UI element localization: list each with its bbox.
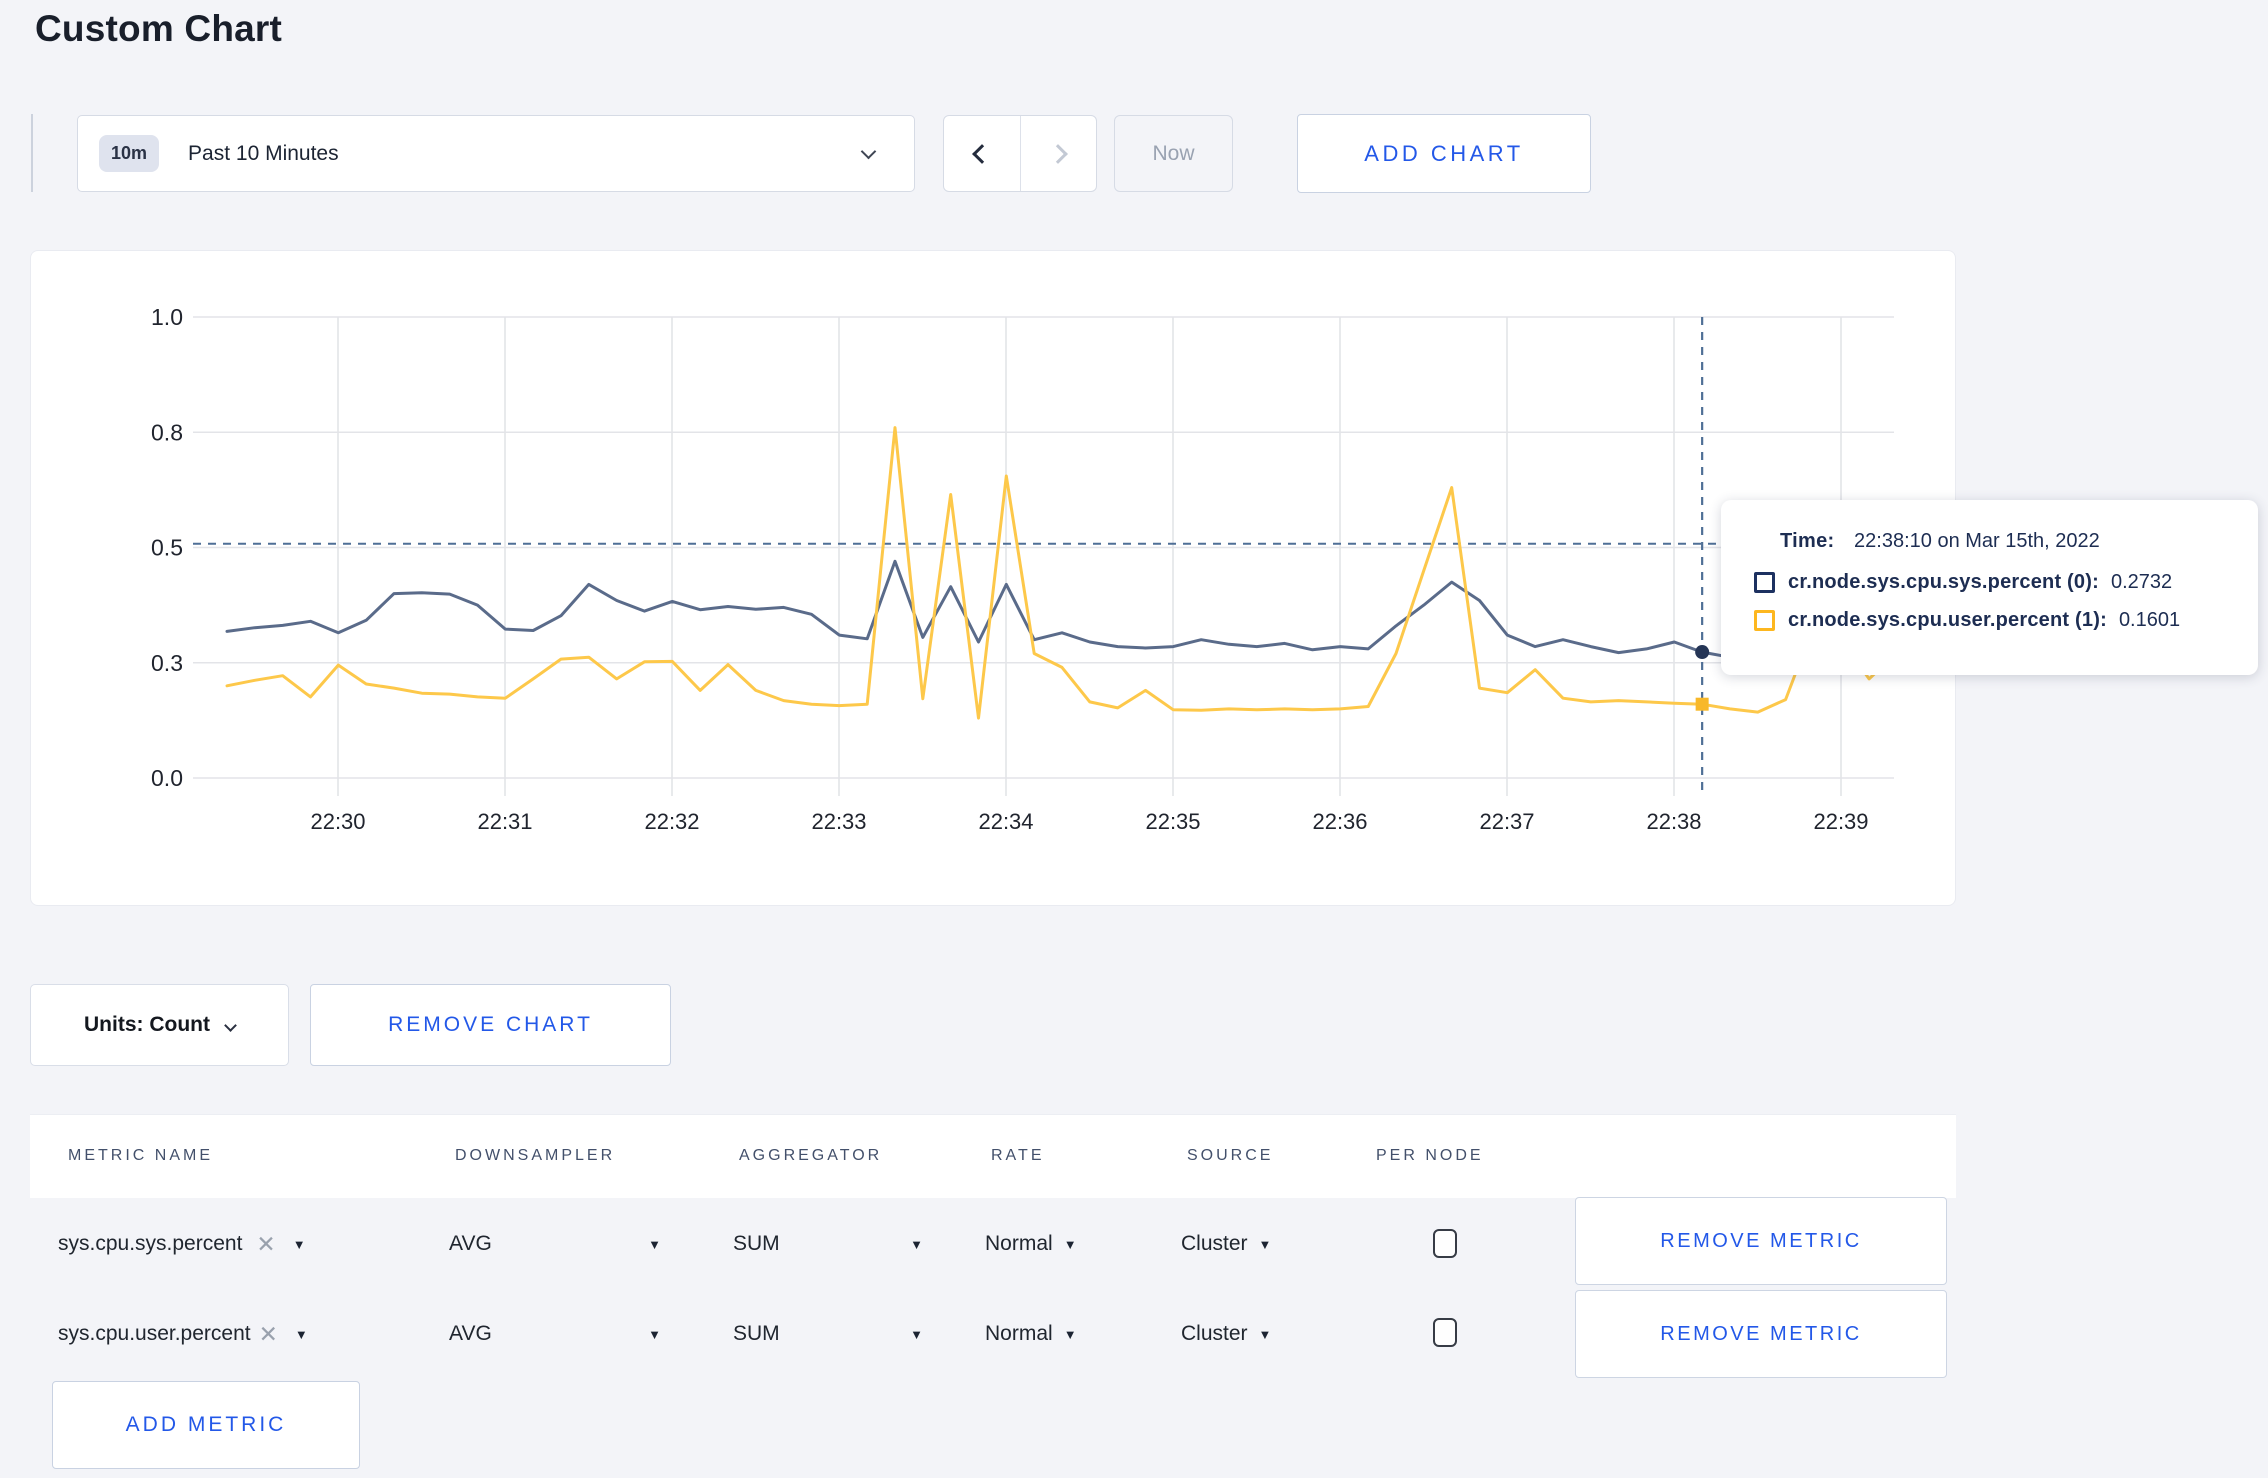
downsampler-select[interactable]: AVG ▼ — [449, 1198, 661, 1290]
caret-down-icon: ▼ — [648, 1326, 661, 1342]
remove-chart-button[interactable]: REMOVE CHART — [310, 984, 671, 1066]
caret-down-icon[interactable]: ▼ — [295, 1328, 308, 1341]
svg-text:0.5: 0.5 — [151, 535, 183, 561]
add-metric-button[interactable]: ADD METRIC — [52, 1381, 360, 1469]
tooltip-series-row: cr.node.sys.cpu.sys.percent (0): 0.2732 — [1754, 571, 2258, 594]
downsampler-value: AVG — [449, 1232, 492, 1255]
remove-metric-x-icon[interactable]: ✕ — [259, 1321, 278, 1348]
user-series-legend-icon — [1754, 610, 1775, 631]
column-header-rate: RATE — [991, 1147, 1045, 1164]
metric-name-value: sys.cpu.sys.percent — [58, 1232, 243, 1255]
column-header-metric-name: METRIC NAME — [68, 1147, 213, 1164]
column-header-downsampler: DOWNSAMPLER — [455, 1147, 616, 1164]
chevron-down-icon — [224, 1018, 237, 1032]
toolbar-left-rule — [31, 114, 33, 192]
caret-down-icon: ▼ — [910, 1326, 923, 1342]
now-button[interactable]: Now — [1114, 115, 1233, 192]
caret-down-icon: ▼ — [1063, 1236, 1077, 1252]
column-header-source: SOURCE — [1187, 1147, 1274, 1164]
tooltip-series-label: cr.node.sys.cpu.sys.percent (0): — [1788, 571, 2099, 593]
column-header-aggregator: AGGREGATOR — [739, 1147, 883, 1164]
svg-text:22:37: 22:37 — [1479, 809, 1534, 834]
source-value: Cluster — [1181, 1322, 1248, 1345]
source-select[interactable]: Cluster ▼ — [1181, 1198, 1271, 1290]
remove-metric-button[interactable]: REMOVE METRIC — [1575, 1290, 1947, 1378]
units-label: Units: Count — [84, 1013, 210, 1036]
aggregator-select[interactable]: SUM ▼ — [733, 1198, 923, 1290]
rate-value: Normal — [985, 1232, 1053, 1255]
svg-text:22:35: 22:35 — [1145, 809, 1200, 834]
source-value: Cluster — [1181, 1232, 1248, 1255]
column-header-per-node: PER NODE — [1376, 1147, 1484, 1164]
downsampler-select[interactable]: AVG ▼ — [449, 1290, 661, 1378]
svg-text:22:39: 22:39 — [1813, 809, 1868, 834]
caret-down-icon: ▼ — [648, 1236, 661, 1252]
remove-metric-button[interactable]: REMOVE METRIC — [1575, 1197, 1947, 1285]
per-node-checkbox[interactable] — [1433, 1229, 1457, 1258]
time-range-select[interactable]: 10m Past 10 Minutes — [77, 115, 915, 192]
svg-text:22:32: 22:32 — [644, 809, 699, 834]
metric-table-row: sys.cpu.sys.percent ✕ ▼ AVG ▼ SUM ▼ Norm… — [30, 1197, 1956, 1290]
rate-value: Normal — [985, 1322, 1053, 1345]
aggregator-select[interactable]: SUM ▼ — [733, 1290, 923, 1378]
svg-text:0.8: 0.8 — [151, 419, 183, 445]
aggregator-value: SUM — [733, 1232, 780, 1255]
chevron-left-icon — [971, 143, 992, 164]
svg-text:1.0: 1.0 — [151, 304, 183, 330]
rate-select[interactable]: Normal ▼ — [985, 1198, 1077, 1290]
svg-text:22:33: 22:33 — [811, 809, 866, 834]
caret-down-icon: ▼ — [1063, 1326, 1077, 1342]
time-nav-group — [943, 115, 1097, 192]
add-chart-button[interactable]: ADD CHART — [1297, 114, 1591, 193]
chevron-right-icon — [1048, 143, 1069, 164]
tooltip-series-row: cr.node.sys.cpu.user.percent (1): 0.1601 — [1754, 609, 2258, 632]
metrics-table-header: METRIC NAME DOWNSAMPLER AGGREGATOR RATE … — [30, 1114, 1956, 1198]
tooltip-series-label: cr.node.sys.cpu.user.percent (1): — [1788, 609, 2107, 631]
time-range-badge: 10m — [99, 135, 160, 172]
chart-hover-tooltip: Time: 22:38:10 on Mar 15th, 2022 cr.node… — [1721, 500, 2258, 675]
svg-text:0.0: 0.0 — [151, 765, 183, 791]
metric-name-value: sys.cpu.user.percent — [58, 1322, 251, 1345]
svg-text:22:36: 22:36 — [1312, 809, 1367, 834]
svg-text:0.3: 0.3 — [151, 650, 183, 676]
metric-table-row: sys.cpu.user.percent ✕ ▼ AVG ▼ SUM ▼ Nor… — [30, 1290, 1956, 1378]
caret-down-icon: ▼ — [1258, 1326, 1272, 1342]
tooltip-series-value: 0.2732 — [2110, 571, 2173, 593]
metric-name-select[interactable]: sys.cpu.user.percent ✕ ▼ — [58, 1290, 308, 1378]
tooltip-time-row: Time: 22:38:10 on Mar 15th, 2022 — [1780, 530, 2258, 553]
caret-down-icon[interactable]: ▼ — [293, 1238, 306, 1251]
metric-name-select[interactable]: sys.cpu.sys.percent ✕ ▼ — [58, 1198, 306, 1290]
remove-metric-x-icon[interactable]: ✕ — [256, 1231, 275, 1258]
downsampler-value: AVG — [449, 1322, 492, 1345]
chart-svg[interactable]: 1.0 0.8 0.5 0.3 0.0 22:30 22:31 22:32 22:33 22:34… — [31, 251, 1955, 905]
svg-text:22:34: 22:34 — [978, 809, 1033, 834]
sys-series-legend-icon — [1754, 572, 1775, 593]
svg-text:22:38: 22:38 — [1646, 809, 1701, 834]
prev-time-button[interactable] — [944, 116, 1020, 191]
tooltip-time-label: Time: — [1780, 530, 1835, 552]
source-select[interactable]: Cluster ▼ — [1181, 1290, 1271, 1378]
rate-select[interactable]: Normal ▼ — [985, 1290, 1077, 1378]
time-range-label: Past 10 Minutes — [188, 141, 339, 165]
per-node-checkbox[interactable] — [1433, 1318, 1457, 1347]
tooltip-series-value: 0.1601 — [2118, 609, 2181, 631]
tooltip-time-value: 22:38:10 on Mar 15th, 2022 — [1854, 530, 2100, 552]
caret-down-icon: ▼ — [1258, 1236, 1272, 1252]
units-select[interactable]: Units: Count — [30, 984, 289, 1066]
next-time-button[interactable] — [1019, 116, 1097, 191]
aggregator-value: SUM — [733, 1322, 780, 1345]
chevron-down-icon — [860, 143, 877, 160]
chart-card: 1.0 0.8 0.5 0.3 0.0 22:30 22:31 22:32 22:33 22:34… — [30, 250, 1956, 906]
svg-text:22:30: 22:30 — [310, 809, 365, 834]
svg-text:22:31: 22:31 — [477, 809, 532, 834]
page-title: Custom Chart — [35, 8, 283, 49]
caret-down-icon: ▼ — [910, 1236, 923, 1252]
